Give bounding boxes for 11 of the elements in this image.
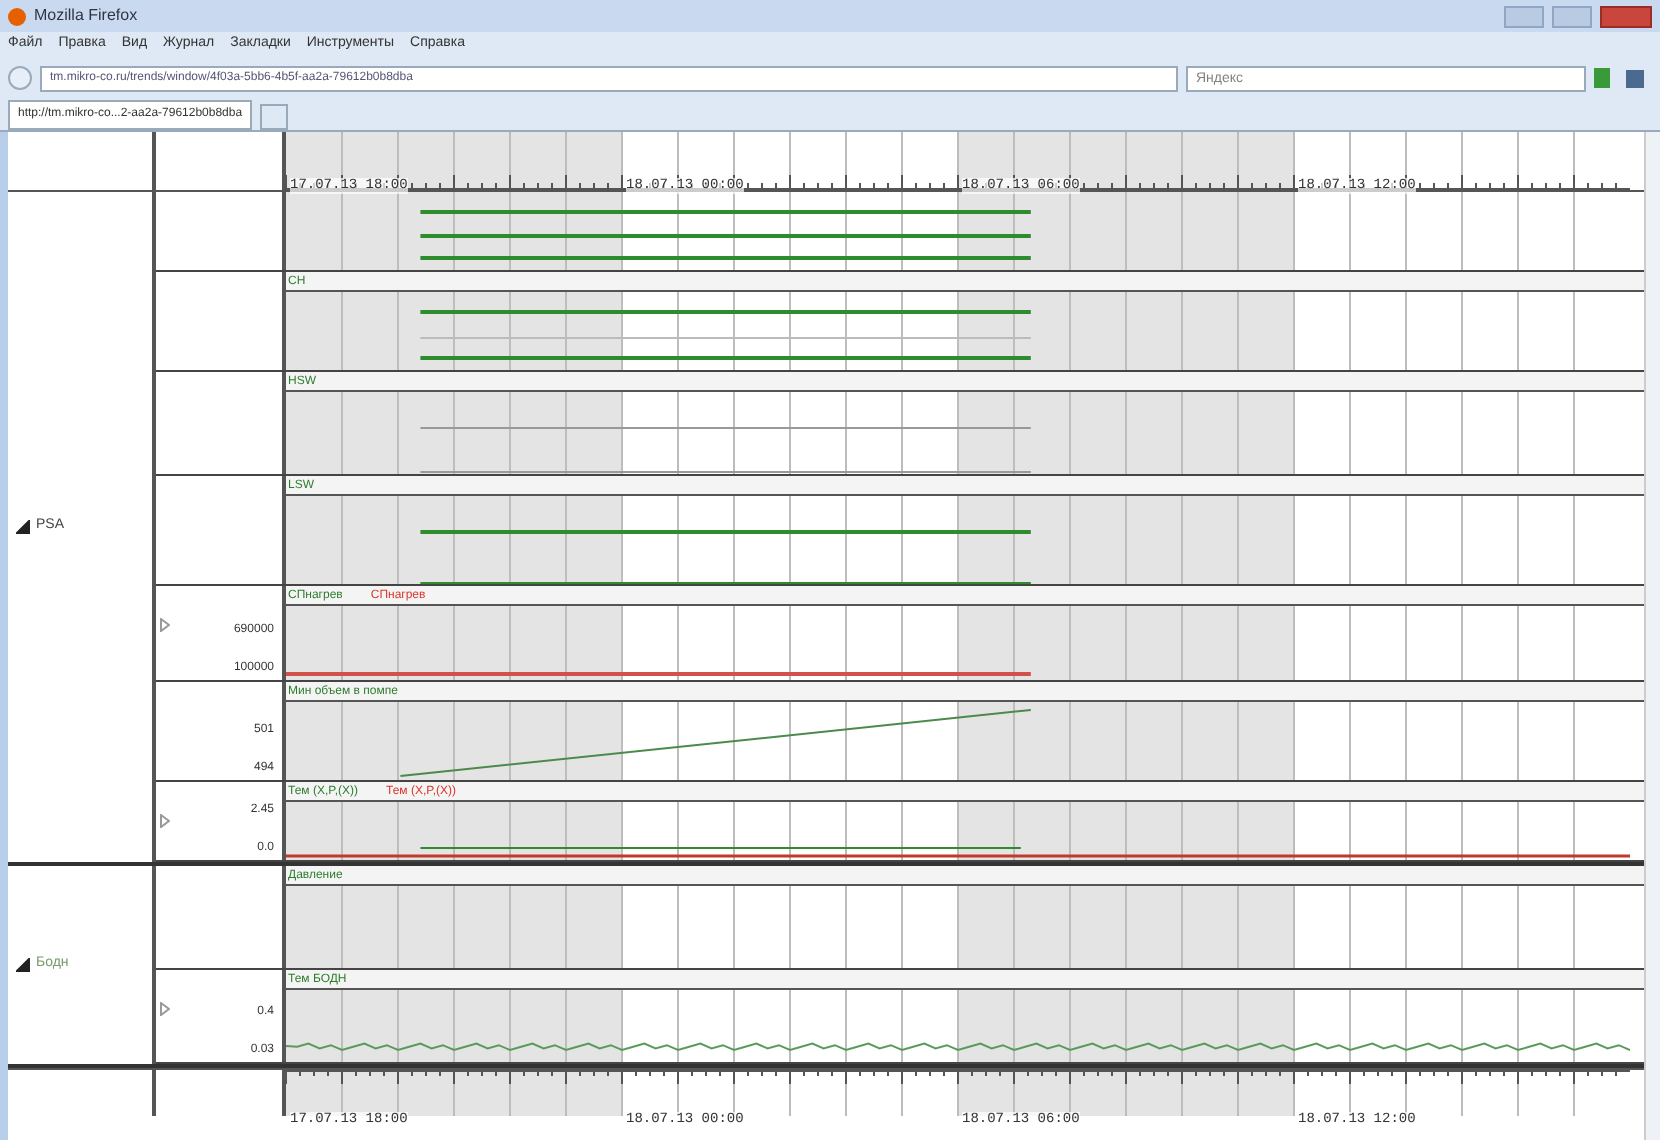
expand-arrow-icon xyxy=(160,1002,170,1016)
window-title: Mozilla Firefox xyxy=(34,4,138,28)
firefox-logo-icon xyxy=(8,7,26,25)
new-tab-button[interactable] xyxy=(260,104,289,130)
expand-arrow-icon xyxy=(160,618,170,632)
back-button[interactable] xyxy=(8,66,32,90)
close-button[interactable] xyxy=(1600,5,1652,27)
maximize-button[interactable] xyxy=(1552,5,1592,27)
scrollbar[interactable] xyxy=(1644,132,1660,1140)
minimize-button[interactable] xyxy=(1504,5,1544,27)
expand-arrow-icon xyxy=(160,814,170,828)
